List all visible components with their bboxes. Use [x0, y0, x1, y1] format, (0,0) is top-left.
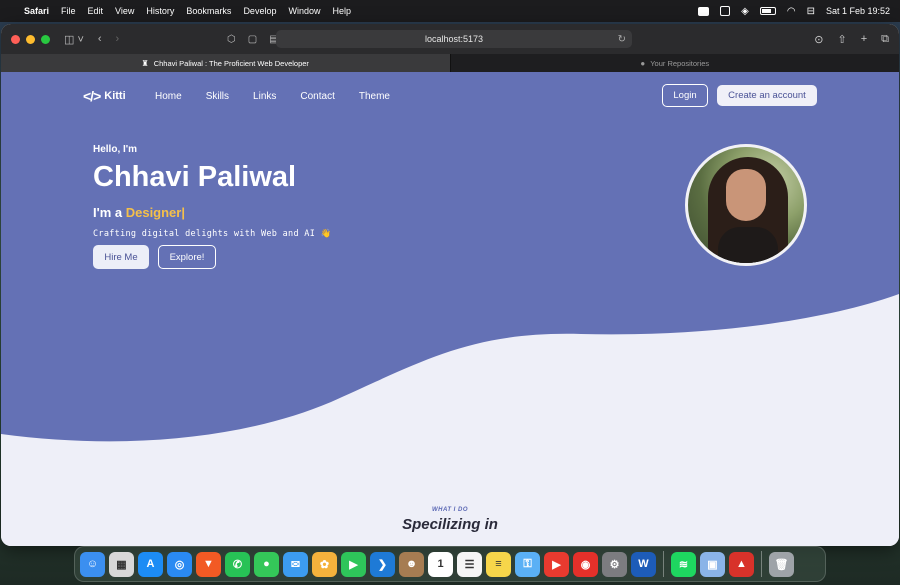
spotify-icon[interactable]: ≋ [671, 551, 696, 577]
launchpad-icon[interactable]: ▦ [109, 551, 134, 577]
dock-separator [663, 551, 664, 577]
logo-text: Kitti [104, 90, 126, 102]
hero-role: I'm a Designer| [93, 205, 185, 220]
browser-toolbar: ◫ ˅ ‹ › ⬡ ▢ ▤ localhost:5173 ↻ ⊙ ⇧ + ⧉ [1, 24, 899, 54]
section-title: Specilizing in [402, 516, 498, 533]
mail-icon[interactable]: ✉ [283, 551, 308, 577]
hero-greeting: Hello, I'm [93, 144, 138, 155]
safari-window: ◫ ˅ ‹ › ⬡ ▢ ▤ localhost:5173 ↻ ⊙ ⇧ + ⧉ ♜… [1, 24, 899, 546]
finder-icon[interactable]: ☺ [80, 551, 105, 577]
tab-repositories[interactable]: ● Your Repositories [449, 54, 900, 72]
nav-home[interactable]: Home [155, 91, 182, 102]
menu-file[interactable]: File [61, 6, 76, 16]
forward-arrow-icon[interactable]: › [116, 33, 120, 45]
github-icon: ● [640, 58, 646, 68]
reload-icon[interactable]: ↻ [618, 34, 626, 45]
calendar-icon[interactable]: 1 [428, 551, 453, 577]
favicon-icon: ♜ [141, 58, 149, 68]
minimize-window-button[interactable] [26, 34, 35, 44]
role-prefix: I'm a [93, 205, 126, 220]
contacts-icon[interactable]: ☻ [399, 551, 424, 577]
control-center-icon[interactable]: ⊟ [807, 6, 815, 17]
layers-icon[interactable]: ◈ [741, 6, 749, 17]
menu-develop[interactable]: Develop [243, 6, 276, 16]
preview-icon[interactable]: ▣ [700, 551, 725, 577]
app-store-icon[interactable]: A [138, 551, 163, 577]
notes-icon[interactable]: ≡ [486, 551, 511, 577]
nav-theme[interactable]: Theme [359, 91, 390, 102]
site-navbar: </> Kitti Home Skills Links Contact Them… [1, 84, 899, 108]
macos-menubar: Safari File Edit View History Bookmarks … [0, 0, 900, 22]
code-brackets-icon: </> [83, 88, 101, 104]
system-settings-icon[interactable]: ⚙ [602, 551, 627, 577]
menu-app-name[interactable]: Safari [24, 6, 49, 16]
login-button[interactable]: Login [662, 84, 708, 107]
passwords-icon[interactable]: ⚿ [515, 551, 540, 577]
avatar-face [726, 169, 766, 221]
safari-icon[interactable]: ◎ [167, 551, 192, 577]
battery-icon[interactable] [759, 7, 776, 15]
dock-separator [761, 551, 762, 577]
avatar-body [718, 227, 778, 263]
tab-title: Your Repositories [650, 58, 710, 68]
youtube-music-icon[interactable]: ◉ [573, 551, 598, 577]
status-text-icon[interactable] [720, 6, 731, 16]
brave-icon[interactable]: ▼ [196, 551, 221, 577]
status-app-icon[interactable] [698, 6, 710, 16]
menu-help[interactable]: Help [332, 6, 351, 16]
trash-icon[interactable]: 🗑 [769, 551, 794, 577]
site-logo[interactable]: </> Kitti [83, 88, 126, 104]
hero-name: Chhavi Paliwal [93, 161, 297, 193]
vscode-icon[interactable]: ❯ [370, 551, 395, 577]
word-icon[interactable]: W [631, 551, 656, 577]
section-eyebrow: WHAT I DO [431, 507, 469, 513]
create-account-button[interactable]: Create an account [717, 85, 817, 106]
url-text: localhost:5173 [424, 34, 484, 44]
messages-icon[interactable]: ● [254, 551, 279, 577]
nav-links: Home Skills Links Contact Theme [155, 91, 390, 102]
macos-dock: ☺ ▦ A ◎ ▼ ✆ ● ✉ ✿ ▶ ❯ ☻ 1 ☰ ≡ ⚿ ▶ ◉ ⚙ W ≋ ▣ ▲ 🗑 [74, 546, 826, 582]
role-typed-text: Designer| [125, 205, 185, 220]
downloads-icon[interactable]: ⊙ [814, 33, 823, 46]
menu-window[interactable]: Window [288, 6, 320, 16]
acrobat-icon[interactable]: ▲ [729, 551, 754, 577]
nav-contact[interactable]: Contact [300, 91, 334, 102]
profile-avatar [685, 144, 807, 266]
webpage: </> Kitti Home Skills Links Contact Them… [1, 72, 899, 546]
youtube-icon[interactable]: ▶ [544, 551, 569, 577]
tab-overview-icon[interactable]: ⧉ [881, 33, 889, 46]
zoom-window-button[interactable] [41, 34, 50, 44]
nav-links-item[interactable]: Links [253, 91, 276, 102]
menu-view[interactable]: View [115, 6, 134, 16]
window-controls [11, 34, 50, 44]
menubar-clock[interactable]: Sat 1 Feb 19:52 [826, 6, 890, 16]
nav-skills[interactable]: Skills [206, 91, 229, 102]
wifi-icon[interactable]: ◠ [787, 6, 796, 17]
tab-portfolio[interactable]: ♜ Chhavi Paliwal : The Proficient Web De… [1, 54, 450, 72]
new-tab-icon[interactable]: + [861, 33, 867, 46]
share-icon[interactable]: ⇧ [837, 33, 846, 46]
tab-bar: ♜ Chhavi Paliwal : The Proficient Web De… [1, 54, 899, 72]
photos-icon[interactable]: ✿ [312, 551, 337, 577]
menu-edit[interactable]: Edit [88, 6, 104, 16]
extension-cube-icon[interactable]: ⬡ [227, 34, 236, 45]
address-bar[interactable]: localhost:5173 ↻ [276, 30, 632, 48]
menu-bookmarks[interactable]: Bookmarks [186, 6, 231, 16]
reminders-icon[interactable]: ☰ [457, 551, 482, 577]
close-window-button[interactable] [11, 34, 20, 44]
back-arrow-icon[interactable]: ‹ [98, 33, 102, 45]
menubar-status-area: ◈ ◠ ⊟ Sat 1 Feb 19:52 [698, 6, 890, 17]
sidebar-toggle-icon[interactable]: ◫ ˅ [64, 33, 84, 46]
hire-me-button[interactable]: Hire Me [93, 245, 149, 269]
extension-js-icon[interactable]: ▢ [248, 34, 257, 45]
facetime-icon[interactable]: ▶ [341, 551, 366, 577]
tab-title: Chhavi Paliwal : The Proficient Web Deve… [153, 58, 309, 68]
hero-tagline: Crafting digital delights with Web and A… [93, 229, 332, 239]
menu-history[interactable]: History [146, 6, 174, 16]
explore-button[interactable]: Explore! [158, 245, 216, 269]
whatsapp-icon[interactable]: ✆ [225, 551, 250, 577]
